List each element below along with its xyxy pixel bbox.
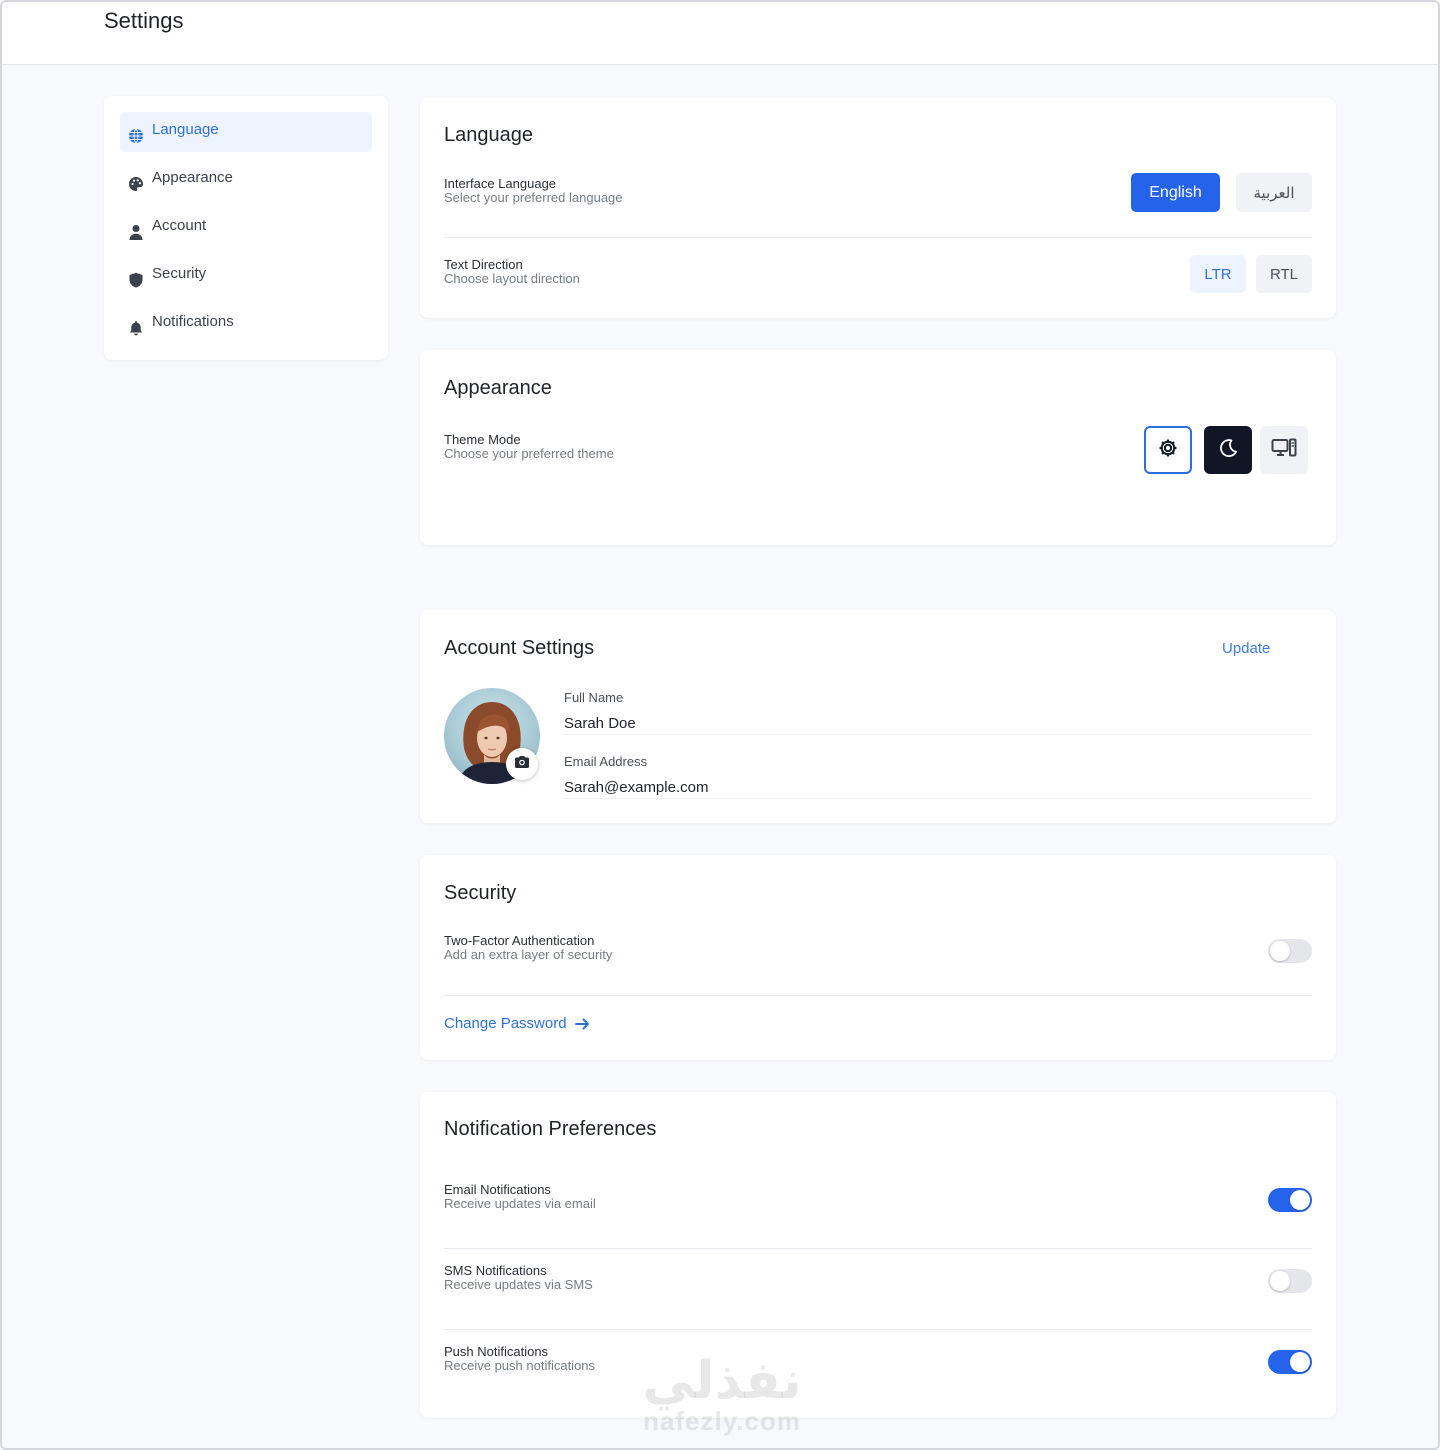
ltr-button[interactable]: LTR bbox=[1190, 255, 1246, 293]
sidebar-item-label: Security bbox=[152, 264, 207, 282]
user-icon bbox=[128, 224, 144, 240]
dark-theme-button[interactable] bbox=[1204, 426, 1252, 474]
theme-mode-label: Theme Mode bbox=[444, 432, 521, 447]
sidebar-item-label: Notifications bbox=[152, 312, 234, 330]
arrow-right-icon bbox=[574, 1017, 591, 1031]
email-field[interactable]: Sarah@example.com bbox=[564, 779, 708, 796]
moon-icon bbox=[1217, 437, 1239, 464]
camera-icon bbox=[514, 755, 530, 774]
toggle-knob bbox=[1290, 1352, 1310, 1372]
full-name-label: Full Name bbox=[564, 690, 624, 705]
change-password-link[interactable]: Change Password bbox=[444, 1015, 591, 1032]
appearance-title: Appearance bbox=[444, 377, 552, 399]
language-card: Language Interface Language Select your … bbox=[420, 98, 1336, 318]
light-theme-button[interactable] bbox=[1144, 426, 1192, 474]
globe-icon bbox=[128, 128, 144, 144]
email-notifications-desc: Receive updates via email bbox=[444, 1196, 596, 1211]
settings-sidebar: Language Appearance Account Security Not… bbox=[104, 96, 388, 360]
account-card: Account Settings Update Full Name Sarah … bbox=[420, 610, 1336, 823]
notification-preferences-title: Notification Preferences bbox=[444, 1118, 657, 1140]
palette-icon bbox=[128, 176, 144, 192]
full-name-field[interactable]: Sarah Doe bbox=[564, 715, 636, 732]
interface-language-desc: Select your preferred language bbox=[444, 190, 623, 205]
sidebar-item-label: Language bbox=[152, 120, 219, 138]
divider bbox=[444, 995, 1312, 996]
sidebar-item-account[interactable]: Account bbox=[120, 208, 372, 248]
two-factor-desc: Add an extra layer of security bbox=[444, 947, 613, 962]
interface-language-label: Interface Language bbox=[444, 176, 557, 191]
sidebar-item-label: Appearance bbox=[152, 168, 233, 186]
english-button[interactable]: English bbox=[1131, 173, 1220, 212]
field-underline bbox=[564, 734, 1312, 735]
toggle-knob bbox=[1290, 1190, 1310, 1210]
toggle-knob bbox=[1270, 1271, 1290, 1291]
appearance-card: Appearance Theme Mode Choose your prefer… bbox=[420, 350, 1336, 545]
update-link[interactable]: Update bbox=[1222, 640, 1270, 657]
field-underline bbox=[564, 798, 1312, 799]
account-settings-title: Account Settings bbox=[444, 637, 595, 659]
sms-notifications-label: SMS Notifications bbox=[444, 1263, 547, 1278]
sidebar-item-appearance[interactable]: Appearance bbox=[120, 160, 372, 200]
sidebar-item-language[interactable]: Language bbox=[120, 112, 372, 152]
two-factor-label: Two-Factor Authentication bbox=[444, 933, 595, 948]
text-direction-label: Text Direction bbox=[444, 257, 523, 272]
push-notifications-desc: Receive push notifications bbox=[444, 1358, 596, 1373]
top-bar: Settings bbox=[0, 0, 1440, 65]
theme-mode-desc: Choose your preferred theme bbox=[444, 446, 614, 461]
bell-icon bbox=[128, 320, 144, 336]
divider bbox=[444, 1329, 1312, 1330]
change-password-label: Change Password bbox=[444, 1015, 567, 1032]
language-title: Language bbox=[444, 124, 533, 146]
arabic-button[interactable]: العربية bbox=[1236, 173, 1312, 212]
divider bbox=[444, 237, 1312, 238]
email-notifications-label: Email Notifications bbox=[444, 1182, 551, 1197]
text-direction-desc: Choose layout direction bbox=[444, 271, 580, 286]
email-address-label: Email Address bbox=[564, 754, 648, 769]
toggle-knob bbox=[1270, 941, 1290, 961]
push-notifications-toggle[interactable] bbox=[1268, 1350, 1312, 1374]
divider bbox=[444, 1248, 1312, 1249]
security-title: Security bbox=[444, 882, 517, 904]
shield-icon bbox=[128, 272, 144, 288]
sms-notifications-desc: Receive updates via SMS bbox=[444, 1277, 593, 1292]
sun-gear-icon bbox=[1157, 437, 1179, 464]
rtl-button[interactable]: RTL bbox=[1256, 255, 1312, 293]
email-notifications-toggle[interactable] bbox=[1268, 1188, 1312, 1212]
sms-notifications-toggle[interactable] bbox=[1268, 1269, 1312, 1293]
sidebar-item-notifications[interactable]: Notifications bbox=[120, 304, 372, 344]
sidebar-item-label: Account bbox=[152, 216, 207, 234]
system-theme-button[interactable] bbox=[1260, 426, 1308, 474]
notification-preferences-card: Notification Preferences Email Notificat… bbox=[420, 1092, 1336, 1418]
two-factor-toggle[interactable] bbox=[1268, 939, 1312, 963]
page-title: Settings bbox=[104, 8, 184, 33]
push-notifications-label: Push Notifications bbox=[444, 1344, 549, 1359]
sidebar-item-security[interactable]: Security bbox=[120, 256, 372, 296]
security-card: Security Two-Factor Authentication Add a… bbox=[420, 855, 1336, 1060]
monitor-icon bbox=[1271, 437, 1297, 464]
change-photo-button[interactable] bbox=[506, 748, 538, 780]
